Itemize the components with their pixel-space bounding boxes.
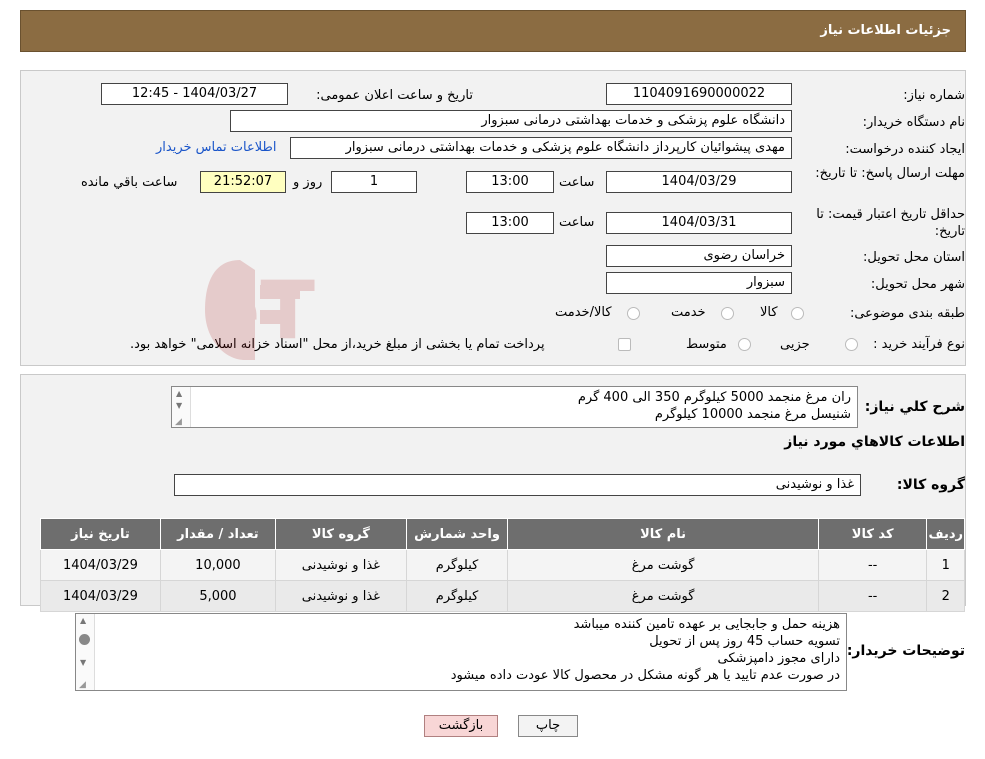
col-item-name: نام کالا bbox=[507, 518, 819, 550]
need-number-label: شماره نیاز: bbox=[903, 88, 965, 103]
summary-line: ران مرغ منجمد 5000 کیلوگرم 350 الی 400 گ… bbox=[577, 390, 851, 405]
resize-grip-icon[interactable]: ◢ bbox=[175, 417, 182, 427]
goods-section-title: اطلاعات کالاهاي مورد نياز bbox=[784, 434, 965, 450]
city-field: سبزوار bbox=[606, 272, 792, 294]
scroll-down-icon[interactable]: ▼ bbox=[80, 658, 86, 667]
treasury-checkbox[interactable] bbox=[618, 338, 631, 351]
announce-label: تاریخ و ساعت اعلان عمومی: bbox=[316, 88, 473, 103]
notes-line: دارای مجوز دامپزشکی bbox=[717, 651, 840, 666]
process-label: نوع فرآیند خرید : bbox=[873, 337, 965, 352]
summary-label: شرح کلي نياز: bbox=[864, 399, 965, 415]
goods-group-label: گروه کالا: bbox=[896, 477, 965, 493]
col-unit: واحد شمارش bbox=[405, 518, 509, 550]
price-validity-label: حداقل تاریخ اعتبار قیمت: تا تاریخ: bbox=[816, 207, 965, 239]
cell-group: غذا و نوشیدنی bbox=[274, 580, 407, 612]
col-item-code: کد کالا bbox=[817, 518, 928, 550]
price-date-field: 1404/03/31 bbox=[606, 212, 792, 234]
col-quantity: تعداد / مقدار bbox=[159, 518, 276, 550]
notes-line: در صورت عدم تایید یا هر گونه مشکل در محص… bbox=[450, 668, 840, 683]
reply-date-field: 1404/03/29 bbox=[606, 171, 792, 193]
notes-line: هزینه حمل و جابجایی بر عهده تامین کننده … bbox=[573, 617, 840, 632]
days-remaining-field: 1 bbox=[331, 171, 417, 193]
cell-item-name: گوشت مرغ bbox=[507, 580, 819, 612]
category-service-label: خدمت bbox=[671, 305, 706, 320]
category-goods-service-radio[interactable] bbox=[627, 307, 640, 320]
category-service-radio[interactable] bbox=[721, 307, 734, 320]
print-button[interactable]: چاپ bbox=[518, 715, 578, 737]
need-number-field: 1104091690000022 bbox=[606, 83, 792, 105]
page-header: جزئیات اطلاعات نیاز bbox=[20, 10, 966, 52]
process-minor-radio[interactable] bbox=[845, 338, 858, 351]
cell-item-code: -- bbox=[817, 580, 928, 612]
page-title: جزئیات اطلاعات نیاز bbox=[820, 23, 951, 38]
process-note: پرداخت تمام یا بخشی از مبلغ خرید،از محل … bbox=[130, 337, 545, 352]
contact-info-link[interactable]: اطلاعات تماس خریدار bbox=[156, 140, 276, 155]
buyer-notes-label: توضیحات خریدار: bbox=[846, 643, 965, 659]
scroll-thumb-icon[interactable] bbox=[79, 634, 90, 645]
cell-need-date: 1404/03/29 bbox=[40, 580, 161, 612]
announce-datetime-field: 1404/03/27 - 12:45 bbox=[101, 83, 288, 105]
reply-deadline-label: مهلت ارسال پاسخ: تا تاریخ: bbox=[815, 166, 965, 181]
process-medium-radio[interactable] bbox=[738, 338, 751, 351]
price-time-label: ساعت bbox=[559, 215, 595, 230]
cell-quantity: 10,000 bbox=[159, 549, 276, 581]
scroll-up-icon[interactable]: ▲ bbox=[80, 616, 86, 625]
buyer-org-field: دانشگاه علوم پزشکی و خدمات بهداشتی درمان… bbox=[230, 110, 792, 132]
category-goods-label: کالا bbox=[760, 305, 778, 320]
category-goods-service-label: کالا/خدمت bbox=[555, 305, 612, 320]
summary-textarea[interactable]: ▲ ▼ ◢ ران مرغ منجمد 5000 کیلوگرم 350 الی… bbox=[171, 386, 858, 428]
buyer-org-label: نام دستگاه خریدار: bbox=[862, 115, 965, 130]
buyer-notes-textarea[interactable]: ▲ ▼ ◢ هزینه حمل و جابجایی بر عهده تامین … bbox=[75, 613, 847, 691]
notes-line: تسویه حساب 45 روز پس از تحویل bbox=[649, 634, 840, 649]
process-medium-label: متوسط bbox=[686, 337, 727, 352]
cell-quantity: 5,000 bbox=[159, 580, 276, 612]
back-button[interactable]: بازگشت bbox=[424, 715, 498, 737]
process-minor-label: جزیی bbox=[780, 337, 810, 352]
province-label: استان محل تحویل: bbox=[863, 250, 965, 265]
city-label: شهر محل تحویل: bbox=[870, 277, 965, 292]
reply-time-field: 13:00 bbox=[466, 171, 554, 193]
scroll-up-icon[interactable]: ▲ bbox=[176, 389, 182, 398]
category-goods-radio[interactable] bbox=[791, 307, 804, 320]
col-need-date: تاریخ نیاز bbox=[40, 518, 161, 550]
notes-scrollbar[interactable]: ▲ ▼ ◢ bbox=[76, 614, 95, 690]
cell-item-name: گوشت مرغ bbox=[507, 549, 819, 581]
summary-scrollbar[interactable]: ▲ ▼ ◢ bbox=[172, 387, 191, 427]
col-row-number: رديف bbox=[926, 518, 965, 550]
table-row[interactable]: 2 -- گوشت مرغ کیلوگرم غذا و نوشیدنی 5,00… bbox=[40, 580, 965, 612]
cell-need-date: 1404/03/29 bbox=[40, 549, 161, 581]
resize-grip-icon[interactable]: ◢ bbox=[79, 680, 86, 690]
cell-unit: کیلوگرم bbox=[405, 549, 509, 581]
summary-line: شنیسل مرغ منجمد 10000 کیلوگرم bbox=[654, 407, 851, 422]
col-group: گروه کالا bbox=[274, 518, 407, 550]
goods-group-field: غذا و نوشیدنی bbox=[174, 474, 861, 496]
cell-row-number: 2 bbox=[926, 580, 965, 612]
cell-item-code: -- bbox=[817, 549, 928, 581]
table-header-row: رديف کد کالا نام کالا واحد شمارش گروه کا… bbox=[40, 518, 965, 550]
scroll-down-icon[interactable]: ▼ bbox=[176, 401, 182, 410]
price-time-field: 13:00 bbox=[466, 212, 554, 234]
days-label: روز و bbox=[293, 175, 323, 190]
cell-row-number: 1 bbox=[926, 549, 965, 581]
remaining-time-field: 21:52:07 bbox=[200, 171, 286, 193]
remaining-time-label: ساعت باقي مانده bbox=[81, 175, 178, 190]
province-field: خراسان رضوی bbox=[606, 245, 792, 267]
reply-time-label: ساعت bbox=[559, 175, 595, 190]
requester-field: مهدی پیشوائیان کارپرداز دانشگاه علوم پزش… bbox=[290, 137, 792, 159]
category-label: طبقه بندی موضوعی: bbox=[849, 306, 965, 321]
goods-table: رديف کد کالا نام کالا واحد شمارش گروه کا… bbox=[40, 518, 965, 612]
table-row[interactable]: 1 -- گوشت مرغ کیلوگرم غذا و نوشیدنی 10,0… bbox=[40, 549, 965, 581]
requester-label: ایجاد کننده درخواست: bbox=[845, 142, 965, 157]
cell-unit: کیلوگرم bbox=[405, 580, 509, 612]
cell-group: غذا و نوشیدنی bbox=[274, 549, 407, 581]
